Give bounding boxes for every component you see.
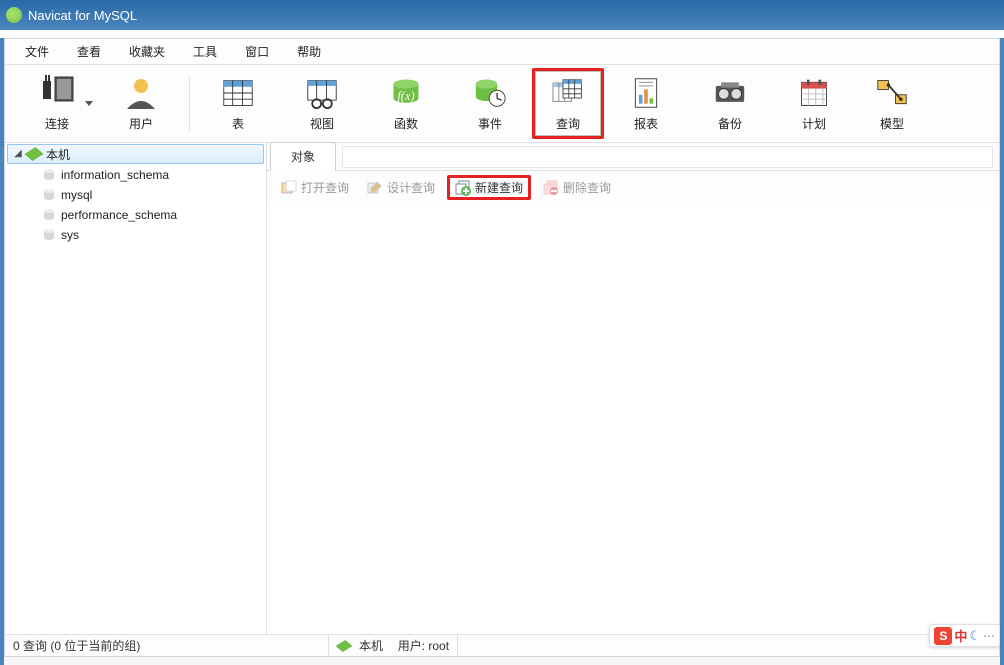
database-icon — [41, 208, 57, 222]
ime-lang: 中 — [954, 626, 967, 645]
moon-icon: ☾ — [969, 628, 981, 644]
ime-more-icon: ⋯ — [983, 629, 995, 643]
menu-tools[interactable]: 工具 — [179, 40, 231, 63]
status-connection: 本机 用户: root — [329, 635, 458, 656]
menubar: 文件 查看 收藏夹 工具 窗口 帮助 — [5, 39, 999, 65]
tab-object[interactable]: 对象 — [270, 142, 336, 171]
tool-table-label: 表 — [232, 115, 244, 132]
event-icon — [470, 75, 510, 111]
tool-schedule[interactable]: 计划 — [772, 68, 856, 139]
open-query-icon — [281, 180, 297, 196]
tree-db-label: performance_schema — [61, 208, 177, 222]
tool-report[interactable]: 报表 — [604, 68, 688, 139]
action-new-query-label: 新建查询 — [475, 179, 523, 196]
backup-icon — [710, 75, 750, 111]
new-query-icon — [455, 180, 471, 196]
connection-icon — [23, 147, 45, 161]
tool-query-label: 查询 — [556, 115, 580, 132]
tree-db[interactable]: sys — [5, 225, 266, 245]
tool-view-label: 视图 — [310, 115, 334, 132]
window-body: 文件 查看 收藏夹 工具 窗口 帮助 连接 用户 表 — [0, 38, 1004, 665]
tool-user-label: 用户 — [129, 115, 153, 132]
database-icon — [41, 228, 57, 242]
tree-connection[interactable]: ◢ 本机 — [7, 144, 264, 164]
toolbar: 连接 用户 表 视图 f(x) 函数 — [5, 65, 999, 143]
object-list[interactable] — [267, 205, 999, 656]
model-icon — [872, 75, 912, 111]
menu-help[interactable]: 帮助 — [283, 40, 335, 63]
action-delete-query[interactable]: 删除查询 — [537, 177, 617, 198]
design-query-icon — [367, 180, 383, 196]
action-bar: 打开查询 设计查询 新建查询 删除查询 — [267, 171, 999, 205]
tree-connection-label: 本机 — [46, 146, 70, 163]
app-icon — [6, 7, 22, 23]
ime-indicator[interactable]: S 中 ☾ ⋯ — [929, 624, 1000, 647]
tool-function[interactable]: f(x) 函数 — [364, 68, 448, 139]
tool-user[interactable]: 用户 — [99, 71, 183, 136]
tree-db[interactable]: information_schema — [5, 165, 266, 185]
tool-model-label: 模型 — [880, 115, 904, 132]
statusbar: 0 查询 (0 位于当前的组) 本机 用户: root — [5, 634, 999, 656]
menu-view[interactable]: 查看 — [63, 40, 115, 63]
tool-event[interactable]: 事件 — [448, 68, 532, 139]
titlebar: Navicat for MySQL — [0, 0, 1004, 30]
status-connection-name: 本机 — [359, 637, 383, 654]
schedule-icon — [794, 75, 834, 111]
report-icon — [626, 75, 666, 111]
tool-report-label: 报表 — [634, 115, 658, 132]
tabstrip: 对象 — [267, 143, 999, 171]
tool-backup-label: 备份 — [718, 115, 742, 132]
connection-tree[interactable]: ◢ 本机 information_schema mysql performanc… — [5, 143, 267, 656]
delete-query-icon — [543, 180, 559, 196]
tool-view[interactable]: 视图 — [280, 68, 364, 139]
action-design-query[interactable]: 设计查询 — [361, 177, 441, 198]
menu-file[interactable]: 文件 — [11, 40, 63, 63]
body-area: ◢ 本机 information_schema mysql performanc… — [5, 143, 999, 656]
status-user: 用户: root — [398, 637, 449, 654]
action-delete-query-label: 删除查询 — [563, 179, 611, 196]
caret-down-icon — [85, 101, 93, 106]
function-icon: f(x) — [386, 75, 426, 111]
plug-icon — [37, 75, 77, 111]
query-icon — [548, 75, 588, 111]
tree-db-label: information_schema — [61, 168, 169, 182]
tree-db[interactable]: performance_schema — [5, 205, 266, 225]
tool-function-label: 函数 — [394, 115, 418, 132]
tool-connect-label: 连接 — [45, 115, 69, 132]
connection-icon — [334, 640, 353, 652]
database-icon — [41, 168, 57, 182]
tree-db-label: sys — [61, 228, 79, 242]
app-title: Navicat for MySQL — [28, 8, 137, 23]
menu-favorites[interactable]: 收藏夹 — [115, 40, 179, 63]
action-open-query-label: 打开查询 — [301, 179, 349, 196]
tool-backup[interactable]: 备份 — [688, 68, 772, 139]
tree-db[interactable]: mysql — [5, 185, 266, 205]
content-area: 对象 打开查询 设计查询 新建查询 删除查询 — [267, 143, 999, 656]
user-icon — [121, 75, 161, 111]
svg-text:f(x): f(x) — [397, 89, 414, 103]
tool-event-label: 事件 — [478, 115, 502, 132]
tool-table[interactable]: 表 — [196, 68, 280, 139]
tree-db-label: mysql — [61, 188, 92, 202]
object-search-input[interactable] — [342, 146, 993, 168]
tool-query[interactable]: 查询 — [532, 68, 604, 139]
ime-brand-icon: S — [934, 627, 952, 645]
menu-window[interactable]: 窗口 — [231, 40, 283, 63]
database-icon — [41, 188, 57, 202]
action-open-query[interactable]: 打开查询 — [275, 177, 355, 198]
action-design-query-label: 设计查询 — [387, 179, 435, 196]
status-left: 0 查询 (0 位于当前的组) — [5, 635, 329, 656]
toolbar-divider — [189, 76, 190, 132]
tool-connect[interactable]: 连接 — [15, 71, 99, 136]
table-icon — [218, 75, 258, 111]
tool-schedule-label: 计划 — [802, 115, 826, 132]
collapse-icon[interactable]: ◢ — [12, 148, 24, 160]
action-new-query[interactable]: 新建查询 — [447, 175, 531, 200]
view-icon — [302, 75, 342, 111]
tool-model[interactable]: 模型 — [856, 68, 928, 139]
